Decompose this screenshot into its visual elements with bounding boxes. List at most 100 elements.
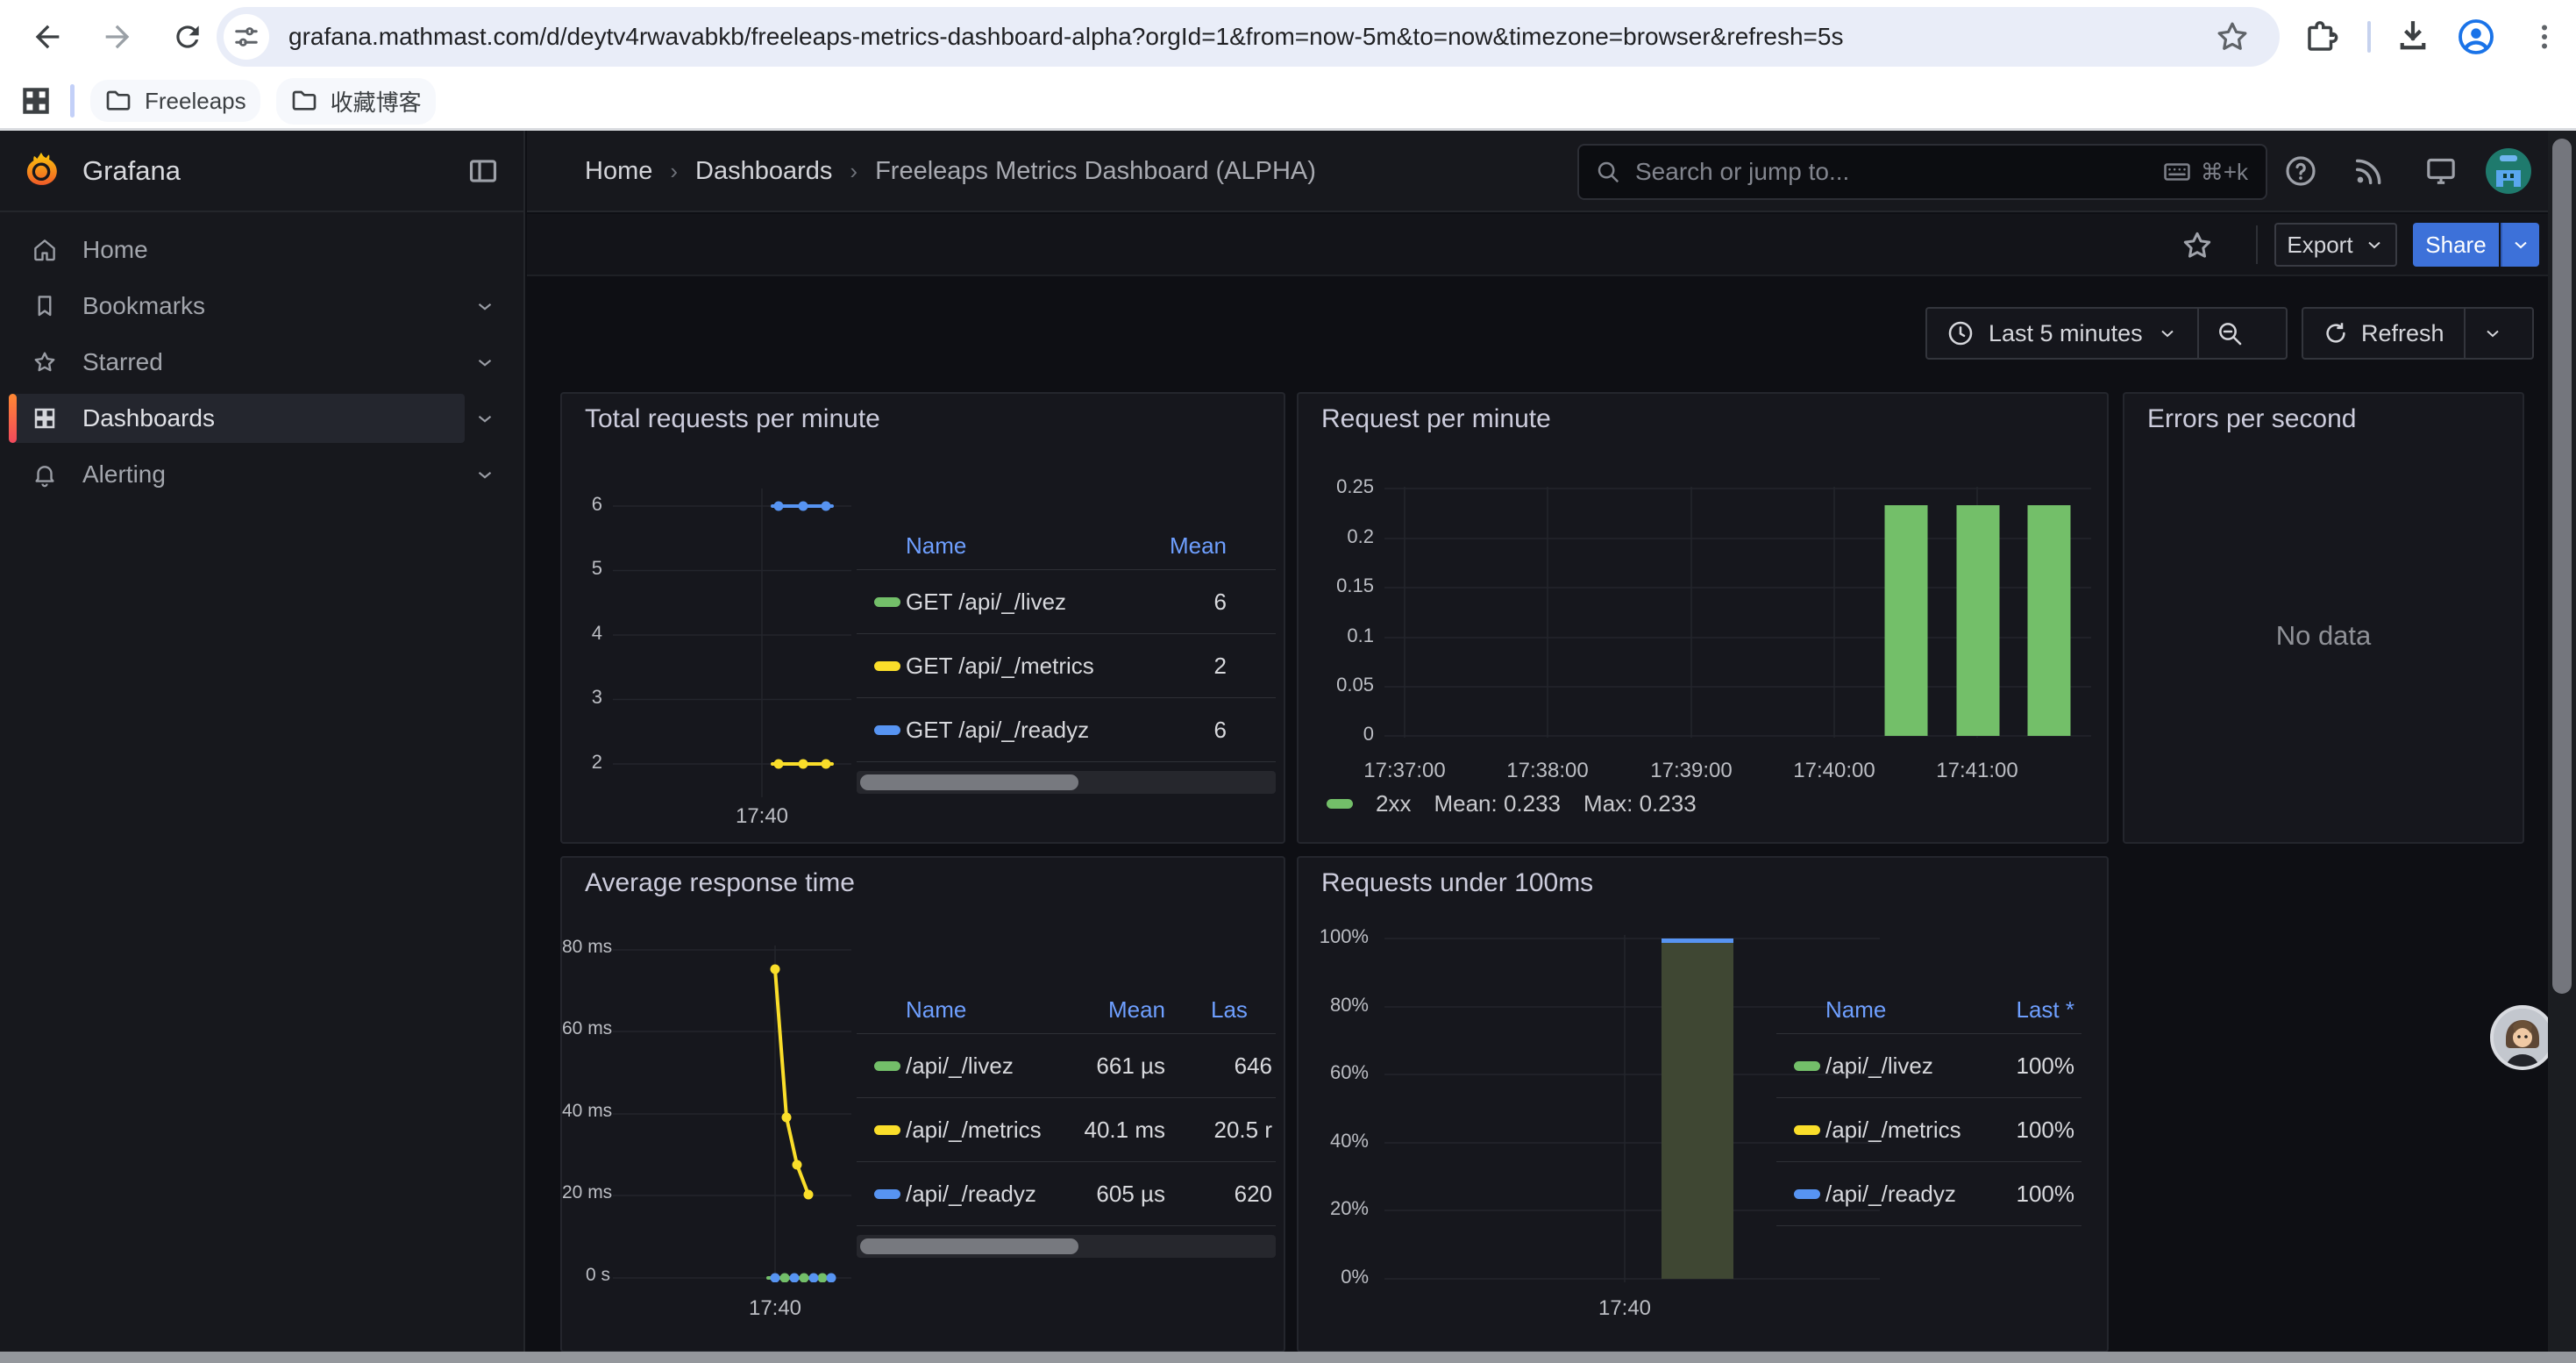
reload-button[interactable] — [161, 11, 214, 63]
bookmark-page-button[interactable] — [2206, 11, 2259, 63]
legend-inline[interactable]: 2xx Mean: 0.233 Max: 0.233 — [1327, 790, 1697, 817]
bookmark-folder-blogs[interactable]: 收藏博客 — [276, 78, 436, 125]
share-menu-button[interactable] — [2501, 223, 2539, 267]
series-name[interactable]: GET /api/_/livez — [906, 589, 1066, 616]
page-vertical-scrollbar-thumb[interactable] — [2552, 139, 2572, 994]
bookmark-label: 收藏博客 — [331, 85, 422, 118]
bookmark-folder-freeleaps[interactable]: Freeleaps — [90, 80, 260, 122]
series-mean: Mean: 0.233 — [1434, 790, 1561, 817]
legend-row[interactable]: /api/_/readyz 605 µs 620 — [857, 1162, 1276, 1225]
panel-title[interactable]: Average response time — [585, 868, 855, 898]
legend-header-name[interactable]: Name — [1825, 996, 1886, 1031]
downloads-button[interactable] — [2387, 11, 2439, 63]
legend-scrollbar[interactable] — [857, 1235, 1276, 1258]
chevron-down-icon — [2482, 323, 2503, 344]
legend-header-name[interactable]: Name — [906, 532, 966, 567]
legend-row[interactable]: GET /api/_/readyz 6 — [857, 698, 1276, 761]
apps-grid-icon — [19, 84, 53, 118]
help-button[interactable] — [2274, 145, 2327, 197]
sidebar-item-bookmarks[interactable]: Bookmarks — [0, 282, 525, 331]
star-dashboard-button[interactable] — [2180, 228, 2215, 263]
series-name[interactable]: /api/_/metrics — [906, 1117, 1042, 1144]
extensions-button[interactable] — [2295, 11, 2348, 63]
refresh-interval-button[interactable] — [2466, 309, 2520, 358]
legend-header-mean[interactable]: Mean — [1023, 996, 1165, 1031]
share-button[interactable]: Share — [2413, 223, 2499, 267]
series-name[interactable]: /api/_/readyz — [906, 1181, 1036, 1208]
apps-grid-button[interactable] — [19, 84, 53, 118]
y-tick-label: 0.05 — [1299, 674, 1374, 696]
forward-button[interactable] — [91, 11, 144, 63]
refresh-button[interactable]: Refresh — [2303, 309, 2464, 358]
panel-title[interactable]: Request per minute — [1321, 404, 1551, 434]
legend-table: Name Last * /api/_/livez 100% /api/_/met… — [1776, 858, 2081, 1244]
chevron-down-icon[interactable] — [473, 463, 496, 486]
legend-header-last[interactable]: Las — [1211, 996, 1248, 1031]
sidebar-item-alerting[interactable]: Alerting — [0, 450, 525, 499]
legend-scrollbar-thumb[interactable] — [860, 1238, 1078, 1254]
main-area: Home › Dashboards › Freeleaps Metrics Da… — [527, 131, 2576, 1363]
series-name[interactable]: /api/_/livez — [1825, 1053, 1933, 1080]
sidebar-item-starred[interactable]: Starred — [0, 338, 525, 387]
site-settings-button[interactable] — [224, 14, 269, 60]
legend-scrollbar-thumb[interactable] — [860, 774, 1078, 790]
url-text[interactable]: grafana.mathmast.com/d/deytv4rwavabkb/fr… — [288, 23, 1843, 51]
panel-average-response-time[interactable]: Average response time 80 ms 60 ms 40 ms … — [560, 856, 1285, 1352]
legend-row[interactable]: /api/_/readyz 100% — [1776, 1162, 2081, 1225]
panel-requests-under-100ms[interactable]: Requests under 100ms 100% 80% 60% 40% 20… — [1297, 856, 2109, 1352]
panel-request-per-minute[interactable]: Request per minute 0.25 0.2 0.15 0.1 0.0… — [1297, 392, 2109, 844]
apps-icon — [32, 405, 58, 432]
x-tick-label: 17:40 — [705, 1296, 845, 1321]
bar-chart[interactable] — [1384, 487, 2091, 738]
back-button[interactable] — [21, 11, 74, 63]
legend-row[interactable]: /api/_/livez 661 µs 646 — [857, 1034, 1276, 1097]
series-name[interactable]: /api/_/metrics — [1825, 1117, 1961, 1144]
sidebar-item-dashboards[interactable]: Dashboards — [0, 394, 525, 443]
legend-row[interactable]: /api/_/livez 100% — [1776, 1034, 2081, 1097]
user-avatar[interactable] — [2482, 145, 2535, 197]
panel-title[interactable]: Requests under 100ms — [1321, 868, 1593, 898]
legend-row[interactable]: GET /api/_/livez 6 — [857, 570, 1276, 633]
address-bar[interactable]: grafana.mathmast.com/d/deytv4rwavabkb/fr… — [217, 7, 2280, 67]
breadcrumb-dashboards[interactable]: Dashboards — [695, 157, 832, 186]
legend-row[interactable]: GET /api/_/metrics 2 — [857, 634, 1276, 697]
profile-button[interactable] — [2450, 11, 2502, 63]
chevron-down-icon[interactable] — [473, 351, 496, 374]
legend-row[interactable]: /api/_/metrics 100% — [1776, 1098, 2081, 1161]
news-button[interactable] — [2343, 145, 2395, 197]
search-input[interactable]: Search or jump to... ⌘+k — [1577, 144, 2267, 200]
legend-header-name[interactable]: Name — [906, 996, 966, 1031]
series-name[interactable]: /api/_/readyz — [1825, 1181, 1956, 1208]
legend-header-last[interactable]: Last * — [1952, 996, 2074, 1031]
series-color-pill — [1794, 1061, 1820, 1071]
time-range-picker[interactable]: Last 5 minutes — [1927, 309, 2197, 358]
line-chart[interactable] — [613, 946, 851, 1282]
panel-errors-per-second[interactable]: Errors per second No data — [2123, 392, 2524, 844]
breadcrumb: Home › Dashboards › Freeleaps Metrics Da… — [585, 131, 1316, 212]
panel-title[interactable]: Errors per second — [2147, 404, 2356, 434]
download-icon — [2395, 18, 2431, 55]
legend-row[interactable]: /api/_/metrics 40.1 ms 20.5 r — [857, 1098, 1276, 1161]
legend-scrollbar[interactable] — [857, 771, 1276, 794]
chevron-down-icon[interactable] — [473, 295, 496, 318]
series-name[interactable]: 2xx — [1376, 790, 1411, 817]
legend-header-mean[interactable]: Mean — [1085, 532, 1227, 567]
panel-title[interactable]: Total requests per minute — [585, 404, 880, 434]
floating-assistant-avatar[interactable] — [2490, 1005, 2555, 1070]
browser-menu-button[interactable] — [2518, 11, 2571, 63]
panel-total-requests[interactable]: Total requests per minute 6 5 4 3 2 17:4… — [560, 392, 1285, 844]
legend-table: Name Mean GET /api/_/livez 6 GET /api/_/… — [857, 394, 1276, 815]
chevron-down-icon[interactable] — [473, 407, 496, 430]
sidebar-collapse-button[interactable] — [466, 154, 500, 188]
series-name[interactable]: GET /api/_/readyz — [906, 717, 1089, 744]
kiosk-mode-button[interactable] — [2415, 145, 2467, 197]
series-name[interactable]: GET /api/_/metrics — [906, 653, 1094, 680]
line-chart[interactable] — [613, 489, 851, 797]
page-horizontal-scrollbar[interactable] — [0, 1352, 2576, 1363]
zoom-out-button[interactable] — [2199, 309, 2260, 358]
y-tick-label: 6 — [562, 493, 602, 516]
sidebar-item-home[interactable]: Home — [0, 225, 525, 275]
series-name[interactable]: /api/_/livez — [906, 1053, 1014, 1080]
export-button[interactable]: Export — [2274, 223, 2397, 267]
breadcrumb-home[interactable]: Home — [585, 157, 652, 186]
